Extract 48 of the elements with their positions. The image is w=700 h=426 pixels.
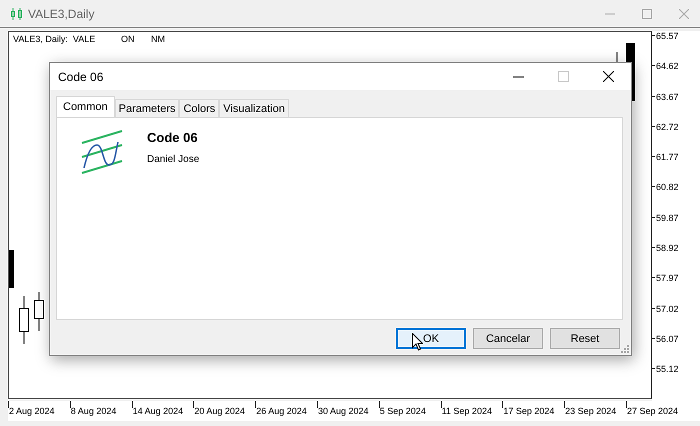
author-name: Daniel Jose — [147, 154, 200, 165]
date-label: 17 Sep 2024 — [503, 406, 554, 416]
date-label: 2 Aug 2024 — [9, 406, 55, 416]
tab[interactable]: Parameters — [114, 99, 180, 117]
close-icon[interactable] — [603, 71, 614, 82]
date-label: 23 Sep 2024 — [565, 406, 616, 416]
dialog-title: Code 06 — [58, 70, 104, 84]
dialog-button[interactable]: Cancelar — [473, 328, 543, 349]
dialog-button[interactable]: OK — [396, 328, 466, 349]
candle — [9, 250, 14, 288]
price-label: 59.87 — [656, 212, 679, 223]
mouse-cursor-icon — [412, 333, 423, 351]
price-label: 62.72 — [656, 122, 679, 132]
resize-grip-icon[interactable] — [621, 345, 629, 353]
date-label: 30 Aug 2024 — [318, 406, 369, 416]
candlestick-icon — [10, 8, 24, 20]
price-label: 64.62 — [656, 61, 679, 72]
price-label: 57.02 — [656, 304, 679, 314]
date-label: 26 Aug 2024 — [256, 406, 307, 416]
candle — [34, 292, 44, 332]
date-label: 11 Sep 2024 — [442, 406, 492, 416]
date-label: 14 Aug 2024 — [132, 406, 184, 416]
price-label: 65.57 — [656, 31, 679, 41]
date-label: 8 Aug 2024 — [70, 406, 116, 416]
date-label: 5 Sep 2024 — [380, 406, 426, 416]
date-label: 27 Sep 2024 — [626, 406, 678, 416]
tab[interactable]: Colors — [179, 99, 220, 117]
candle — [19, 296, 29, 344]
price-label: 60.82 — [656, 182, 679, 192]
price-label: 55.12 — [656, 364, 679, 374]
window-title: VALE3,Daily — [28, 6, 96, 20]
price-label: 57.97 — [656, 273, 679, 284]
chart-legend-text: NM — [151, 34, 165, 44]
price-label: 63.67 — [656, 92, 679, 102]
tab[interactable]: Common — [56, 96, 115, 117]
minimize-icon[interactable] — [513, 76, 524, 78]
price-label: 56.07 — [656, 334, 679, 344]
tab[interactable]: Visualization — [219, 99, 289, 117]
chart-legend-text: ON — [121, 34, 136, 44]
program-name: Code 06 — [147, 130, 199, 145]
chart-legend-text: VALE3, Daily: VALE — [13, 34, 96, 44]
dialog-button[interactable]: Reset — [550, 328, 620, 349]
date-label: 20 Aug 2024 — [194, 406, 245, 416]
maximize-icon — [558, 71, 569, 82]
price-label: 61.77 — [656, 152, 679, 162]
maximize-icon[interactable] — [642, 8, 652, 18]
indicator-icon — [81, 130, 125, 176]
price-label: 58.92 — [656, 243, 679, 254]
